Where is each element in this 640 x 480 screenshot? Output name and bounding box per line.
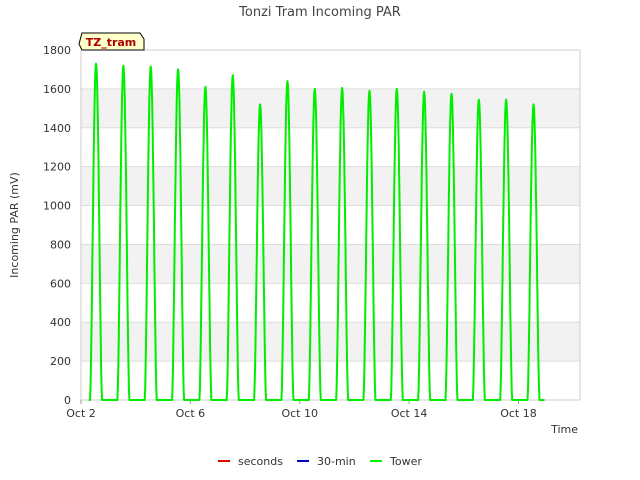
y-tick-label: 1200 <box>43 161 71 174</box>
x-tick-label: Oct 14 <box>391 407 428 420</box>
x-tick-label: Oct 6 <box>176 407 206 420</box>
y-tick-label: 0 <box>64 394 71 407</box>
x-axis-ticks: Oct 2 Oct 6 Oct 10 Oct 14 Oct 18 <box>66 400 537 420</box>
x-axis-label: Time <box>550 423 578 436</box>
y-tick-label: 800 <box>50 238 71 251</box>
site-badge: TZ_tram <box>78 32 145 51</box>
chart-title: Tonzi Tram Incoming PAR <box>238 5 401 20</box>
legend-label: seconds <box>238 455 283 468</box>
legend-label: 30-min <box>317 455 356 468</box>
legend: seconds 30-min Tower <box>218 455 422 468</box>
site-badge-label: TZ_tram <box>86 36 137 49</box>
chart: 020040060080010001200140016001800 Oct 2O… <box>8 5 581 468</box>
y-tick-label: 400 <box>50 316 71 329</box>
x-tick-label: Oct 18 <box>500 407 537 420</box>
legend-label: Tower <box>389 455 422 468</box>
y-tick-label: 1400 <box>43 122 71 135</box>
y-tick-label: 200 <box>50 355 71 368</box>
x-tick-label: Oct 10 <box>281 407 318 420</box>
y-axis-ticks: 0 200 400 600 800 1000 1200 1400 1600 1800 <box>43 44 71 407</box>
y-tick-label: 600 <box>50 277 71 290</box>
y-tick-label: 1000 <box>43 200 71 213</box>
y-tick-label: 1800 <box>43 44 71 57</box>
grid-band <box>81 166 580 206</box>
x-tick-label: Oct 2 <box>66 407 96 420</box>
grid-band <box>81 244 580 284</box>
y-axis-label: Incoming PAR (mV) <box>8 172 21 278</box>
y-tick-label: 1600 <box>43 83 71 96</box>
